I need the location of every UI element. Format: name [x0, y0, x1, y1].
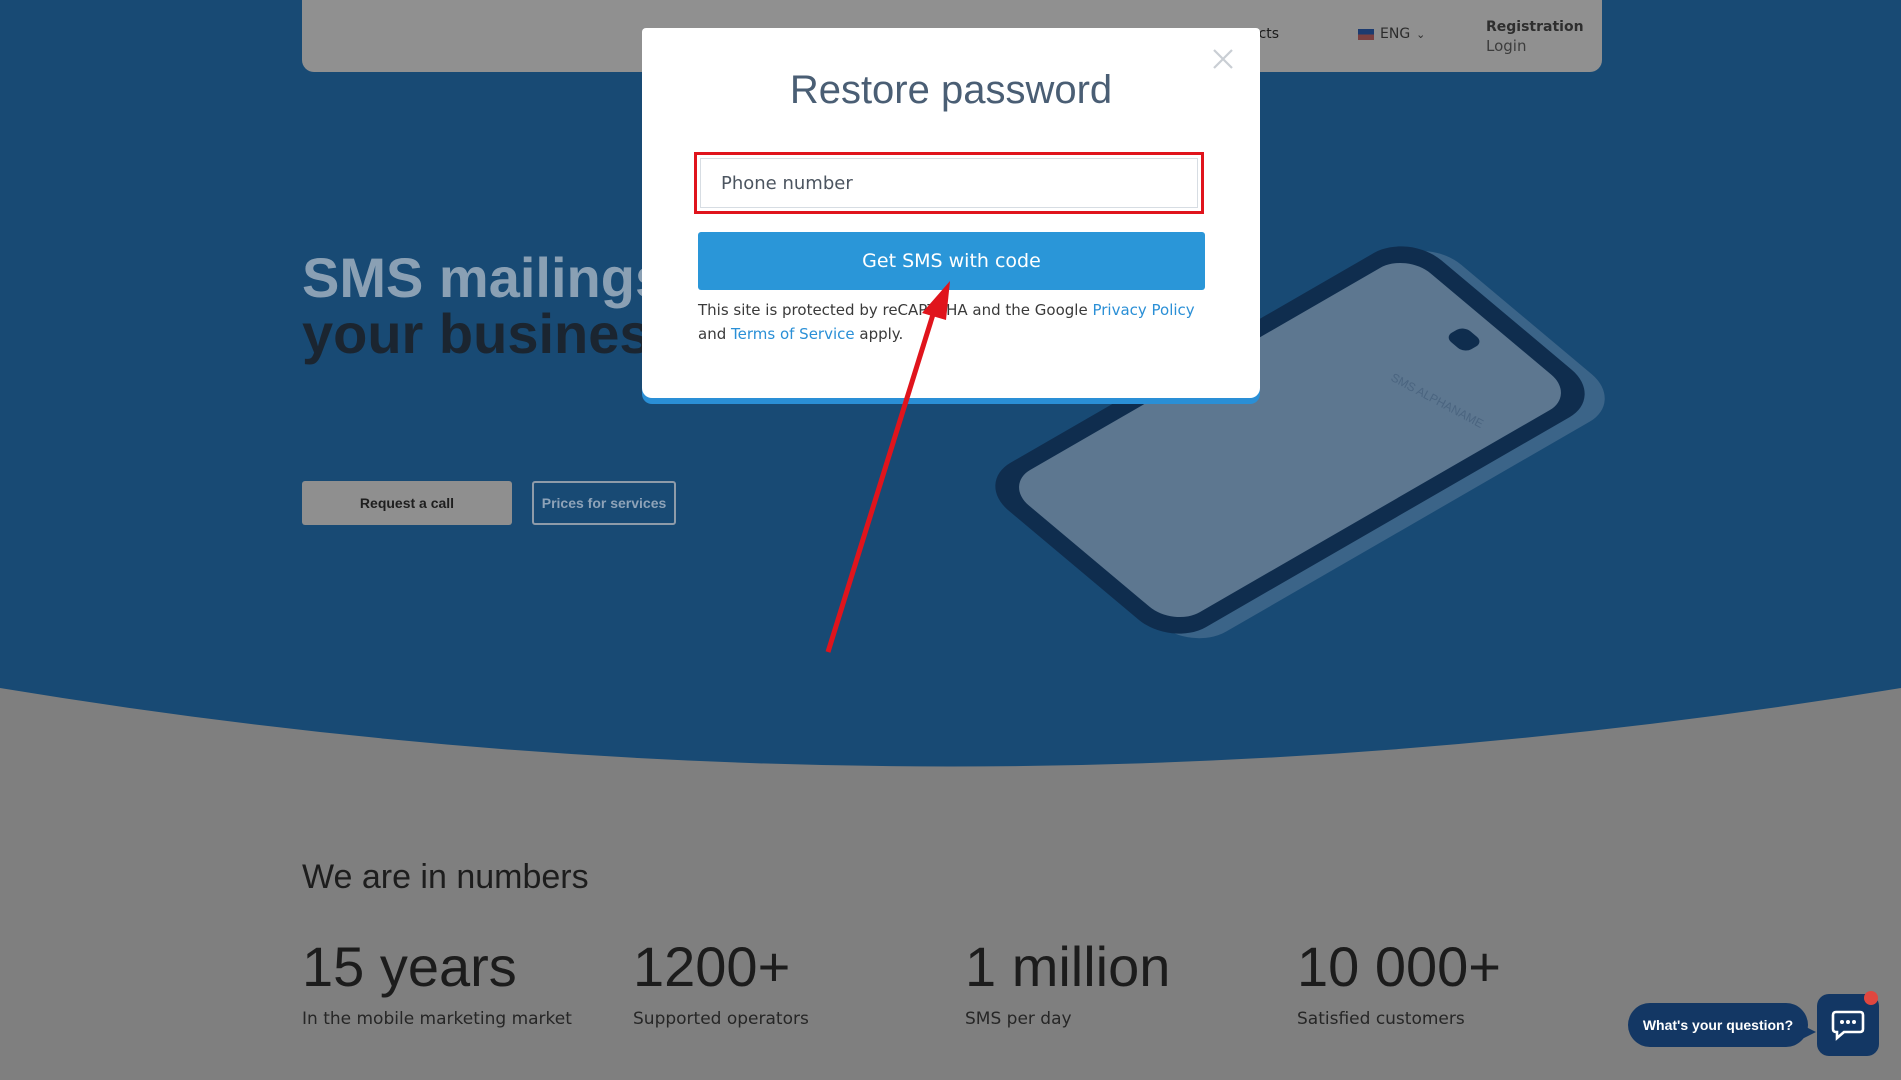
login-link[interactable]: Login: [1486, 37, 1526, 55]
chat-bubble-tail: [1800, 1024, 1816, 1040]
us-flag-icon: [1358, 28, 1374, 40]
prices-button[interactable]: Prices for services: [532, 481, 676, 525]
hero-title-line2: your business: [302, 302, 682, 365]
recaptcha-apply: apply.: [854, 325, 904, 343]
recaptcha-notice: This site is protected by reCAPTCHA and …: [698, 298, 1218, 346]
terms-of-service-link[interactable]: Terms of Service: [731, 325, 855, 343]
chat-notification-dot: [1864, 991, 1878, 1005]
numbers-title: We are in numbers: [302, 858, 589, 896]
language-label: ENG: [1380, 26, 1411, 42]
stat-label: Supported operators: [633, 1009, 809, 1029]
modal-title: Restore password: [789, 68, 1113, 112]
stat-label: SMS per day: [965, 1009, 1072, 1029]
stat-operators: 1200+ Supported operators: [633, 935, 809, 1029]
stat-value: 10 000+: [1297, 935, 1501, 998]
request-call-button[interactable]: Request a call: [302, 481, 512, 525]
chat-icon: [1831, 1010, 1865, 1041]
hero-title-line1: SMS mailings: [302, 246, 667, 309]
get-sms-code-button[interactable]: Get SMS with code: [698, 232, 1205, 290]
chevron-down-icon: ⌄: [1416, 27, 1426, 41]
stat-value: 15 years: [302, 935, 517, 998]
stat-years: 15 years In the mobile marketing market: [302, 935, 572, 1029]
restore-password-modal: Restore password Get SMS with code This …: [642, 28, 1260, 398]
language-selector[interactable]: ENG ⌄: [1358, 26, 1425, 42]
chat-prompt-bubble[interactable]: What's your question?: [1628, 1003, 1808, 1047]
recaptcha-and: and: [698, 325, 731, 343]
privacy-policy-link[interactable]: Privacy Policy: [1092, 301, 1194, 319]
registration-link[interactable]: Registration: [1486, 19, 1584, 35]
stat-value: 1 million: [965, 935, 1171, 998]
recaptcha-text: This site is protected by reCAPTCHA and …: [698, 301, 1093, 319]
stat-value: 1200+: [633, 935, 791, 998]
stat-sms-per-day: 1 million SMS per day: [965, 935, 1170, 1029]
hero-title: SMS mailings your business: [302, 250, 682, 362]
stat-customers: 10 000+ Satisfied customers: [1297, 935, 1501, 1029]
stat-label: In the mobile marketing market: [302, 1009, 572, 1029]
phone-number-input[interactable]: [700, 158, 1198, 208]
phone-input-highlight: [694, 152, 1204, 214]
stat-label: Satisfied customers: [1297, 1009, 1465, 1029]
